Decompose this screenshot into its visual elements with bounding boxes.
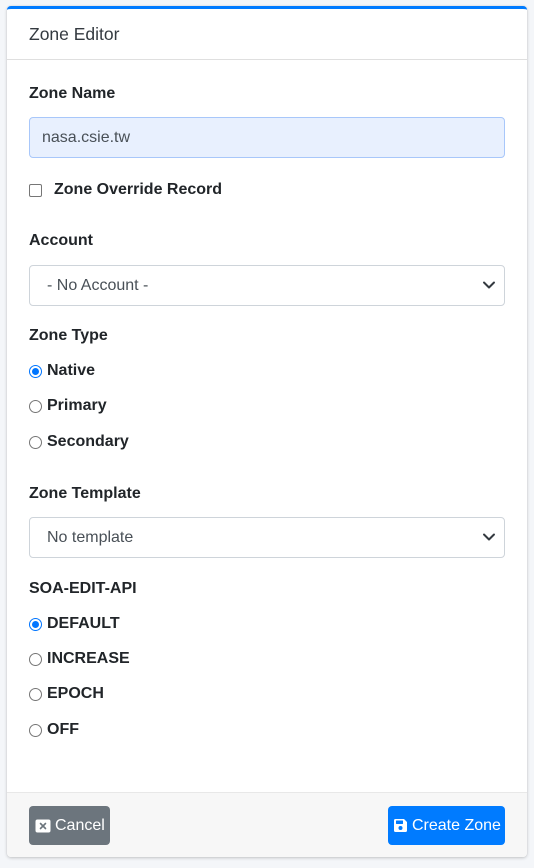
close-box-icon	[35, 819, 51, 833]
zone-template-selected-value: No template	[47, 528, 134, 546]
zone-name-input[interactable]: nasa.csie.tw	[29, 117, 505, 158]
zone-type-secondary-radio[interactable]	[29, 435, 42, 449]
soa-default-radio[interactable]	[29, 617, 42, 631]
zone-name-value: nasa.csie.tw	[42, 128, 131, 146]
account-selected-value: - No Account -	[47, 276, 149, 294]
soa-increase-label: INCREASE	[47, 650, 130, 667]
card-footer: Cancel Create Zone	[7, 792, 527, 857]
soa-default-label: DEFAULT	[47, 615, 120, 632]
zone-override-checkbox[interactable]	[29, 183, 42, 197]
zone-type-secondary-label: Secondary	[47, 433, 129, 450]
zone-type-primary-radio[interactable]	[29, 399, 42, 413]
soa-increase-option[interactable]: INCREASE	[29, 650, 130, 668]
zone-type-primary-option[interactable]: Primary	[29, 397, 107, 415]
zone-type-native-radio[interactable]	[29, 364, 42, 378]
zone-override-option[interactable]: Zone Override Record	[29, 181, 222, 199]
soa-edit-api-label: SOA-EDIT-API	[29, 580, 137, 597]
account-select[interactable]: - No Account -	[29, 265, 505, 306]
account-label: Account	[29, 232, 93, 249]
soa-off-label: OFF	[47, 721, 79, 738]
zone-editor-card: Zone Editor Zone Name nasa.csie.tw Zone …	[7, 6, 527, 857]
zone-override-label: Zone Override Record	[54, 181, 223, 198]
zone-type-secondary-option[interactable]: Secondary	[29, 433, 129, 451]
soa-epoch-option[interactable]: EPOCH	[29, 685, 104, 703]
floppy-disk-icon	[393, 818, 408, 833]
cancel-button[interactable]: Cancel	[29, 806, 110, 845]
zone-type-native-label: Native	[47, 362, 96, 379]
zone-type-primary-label: Primary	[47, 397, 107, 414]
zone-template-select[interactable]: No template	[29, 517, 505, 558]
card-body: Zone Name nasa.csie.tw Zone Override Rec…	[7, 60, 527, 792]
soa-increase-radio[interactable]	[29, 652, 42, 666]
zone-name-label: Zone Name	[29, 85, 116, 102]
cancel-button-label: Cancel	[55, 816, 105, 834]
chevron-down-icon	[483, 533, 495, 541]
page-title: Zone Editor	[29, 23, 120, 44]
card-header: Zone Editor	[7, 9, 527, 60]
soa-epoch-radio[interactable]	[29, 687, 42, 701]
soa-default-option[interactable]: DEFAULT	[29, 615, 120, 633]
soa-off-option[interactable]: OFF	[29, 721, 79, 739]
zone-type-label: Zone Type	[29, 327, 108, 344]
create-zone-button-label: Create Zone	[412, 816, 501, 834]
zone-template-label: Zone Template	[29, 485, 141, 502]
zone-type-native-option[interactable]: Native	[29, 362, 95, 380]
create-zone-button[interactable]: Create Zone	[388, 806, 505, 845]
soa-off-radio[interactable]	[29, 723, 42, 737]
soa-epoch-label: EPOCH	[47, 685, 104, 702]
chevron-down-icon	[483, 281, 495, 289]
